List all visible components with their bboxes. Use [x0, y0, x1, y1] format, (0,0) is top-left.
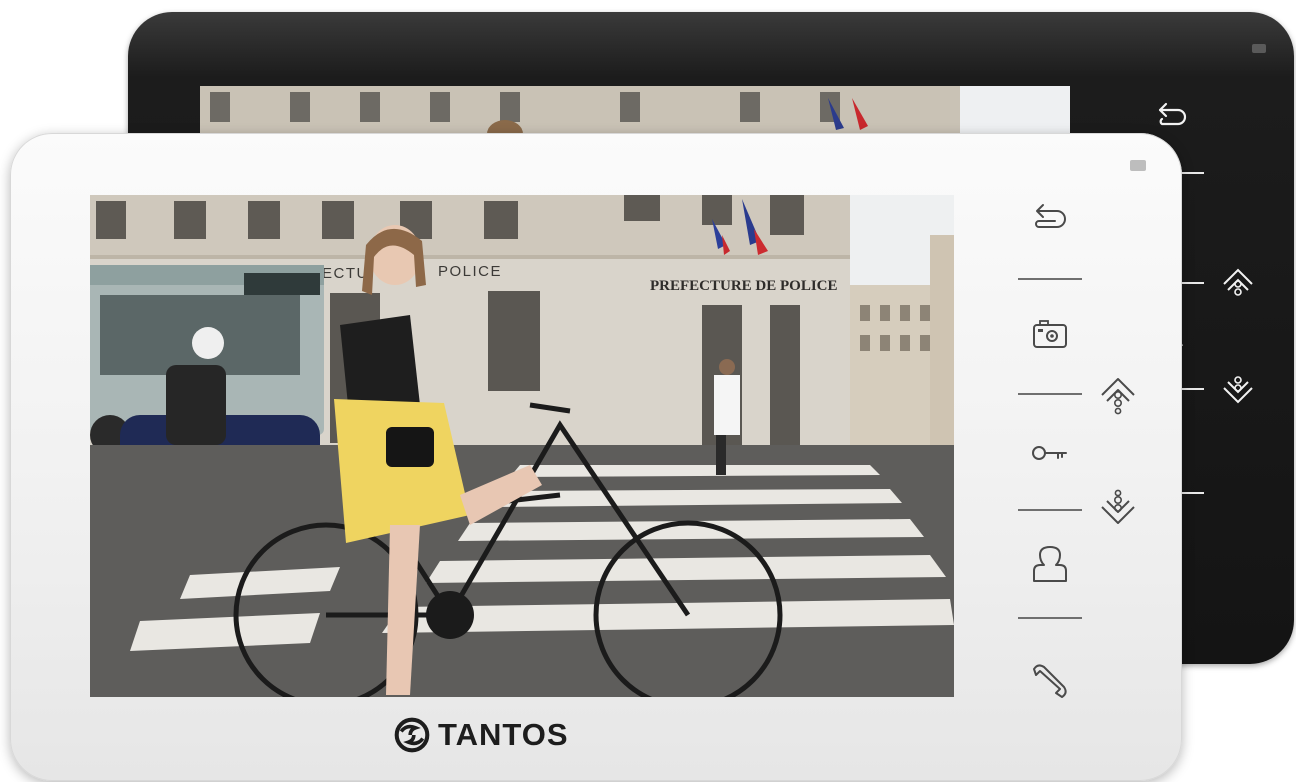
panel-divider: [1018, 617, 1082, 619]
black-menu-down-icon[interactable]: [1218, 370, 1258, 410]
user-icon[interactable]: [1028, 543, 1072, 587]
black-divider: [1180, 492, 1204, 494]
black-divider: [1180, 388, 1204, 390]
tantos-logo-icon: [394, 717, 430, 753]
black-monitor-led-indicator: [1252, 44, 1266, 53]
black-menu-up-icon[interactable]: [1218, 262, 1258, 302]
handset-icon[interactable]: [1028, 657, 1072, 701]
sign-prefecture-right: PREFECTURE DE POLICE: [650, 278, 838, 294]
street-scene-image: PREFECTU POLICE PREFECTURE DE POLICE: [90, 195, 954, 697]
black-divider: [1180, 172, 1204, 174]
panel-divider: [1018, 393, 1082, 395]
menu-up-icon[interactable]: [1096, 371, 1140, 415]
camera-icon[interactable]: [1028, 313, 1072, 357]
key-icon[interactable]: [1028, 431, 1072, 475]
panel-divider: [1018, 509, 1082, 511]
white-monitor-screen: PREFECTU POLICE PREFECTURE DE POLICE: [90, 195, 954, 697]
menu-down-icon[interactable]: [1096, 487, 1140, 531]
black-divider: [1180, 282, 1204, 284]
sign-police-left: POLICE: [438, 263, 502, 280]
white-monitor: PREFECTU POLICE PREFECTURE DE POLICE: [10, 133, 1182, 781]
black-back-icon[interactable]: [1152, 98, 1192, 138]
brand-name: TANTOS: [438, 717, 569, 752]
back-icon[interactable]: [1028, 197, 1072, 241]
panel-divider: [1018, 278, 1082, 280]
brand-logo: TANTOS: [394, 715, 569, 755]
white-monitor-led-indicator: [1130, 160, 1146, 171]
